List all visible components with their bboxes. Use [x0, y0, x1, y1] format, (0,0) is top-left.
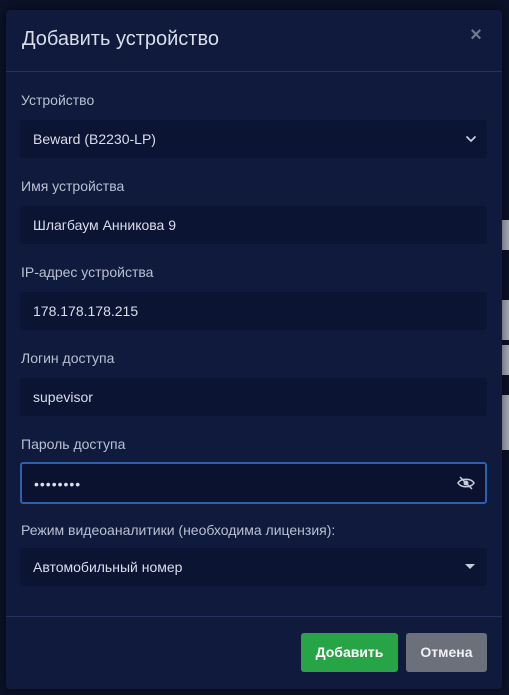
analytics-mode-value: Автомобильный номер	[33, 559, 183, 575]
ip-address-input[interactable]: 178.178.178.215	[20, 292, 487, 330]
background-glyph	[501, 220, 509, 250]
background-glyph	[501, 395, 509, 450]
add-button[interactable]: Добавить	[301, 633, 398, 672]
password-input[interactable]: ••••••••	[20, 462, 487, 504]
login-label: Логин доступа	[21, 350, 115, 366]
add-device-dialog: Добавить устройство × Устройство Beward …	[6, 10, 502, 689]
login-input[interactable]: supevisor	[20, 378, 487, 416]
device-select[interactable]: Beward (B2230-LP)	[20, 120, 487, 158]
password-value: ••••••••	[34, 476, 82, 492]
close-icon[interactable]: ×	[466, 25, 486, 45]
ip-address-label: IP-адрес устройства	[21, 264, 154, 280]
ip-address-value: 178.178.178.215	[33, 303, 139, 319]
device-label: Устройство	[21, 92, 95, 108]
dialog-header: Добавить устройство ×	[6, 10, 502, 72]
background-glyph	[501, 345, 509, 375]
eye-slash-icon[interactable]	[457, 476, 475, 490]
login-value: supevisor	[33, 389, 93, 405]
dialog-footer: Добавить Отмена	[6, 616, 502, 689]
analytics-mode-select[interactable]: Автомобильный номер	[20, 548, 487, 586]
password-label: Пароль доступа	[21, 436, 126, 452]
chevron-down-icon	[466, 136, 476, 142]
dialog-title: Добавить устройство	[22, 28, 219, 50]
caret-down-icon	[465, 564, 475, 569]
device-select-value: Beward (B2230-LP)	[33, 131, 156, 147]
background-glyph	[501, 300, 509, 340]
device-name-input[interactable]: Шлагбаум Анникова 9	[20, 206, 487, 244]
cancel-button[interactable]: Отмена	[406, 633, 487, 672]
device-name-value: Шлагбаум Анникова 9	[33, 217, 177, 233]
analytics-mode-label: Режим видеоаналитики (необходима лицензи…	[21, 522, 336, 538]
device-name-label: Имя устройства	[21, 178, 125, 194]
